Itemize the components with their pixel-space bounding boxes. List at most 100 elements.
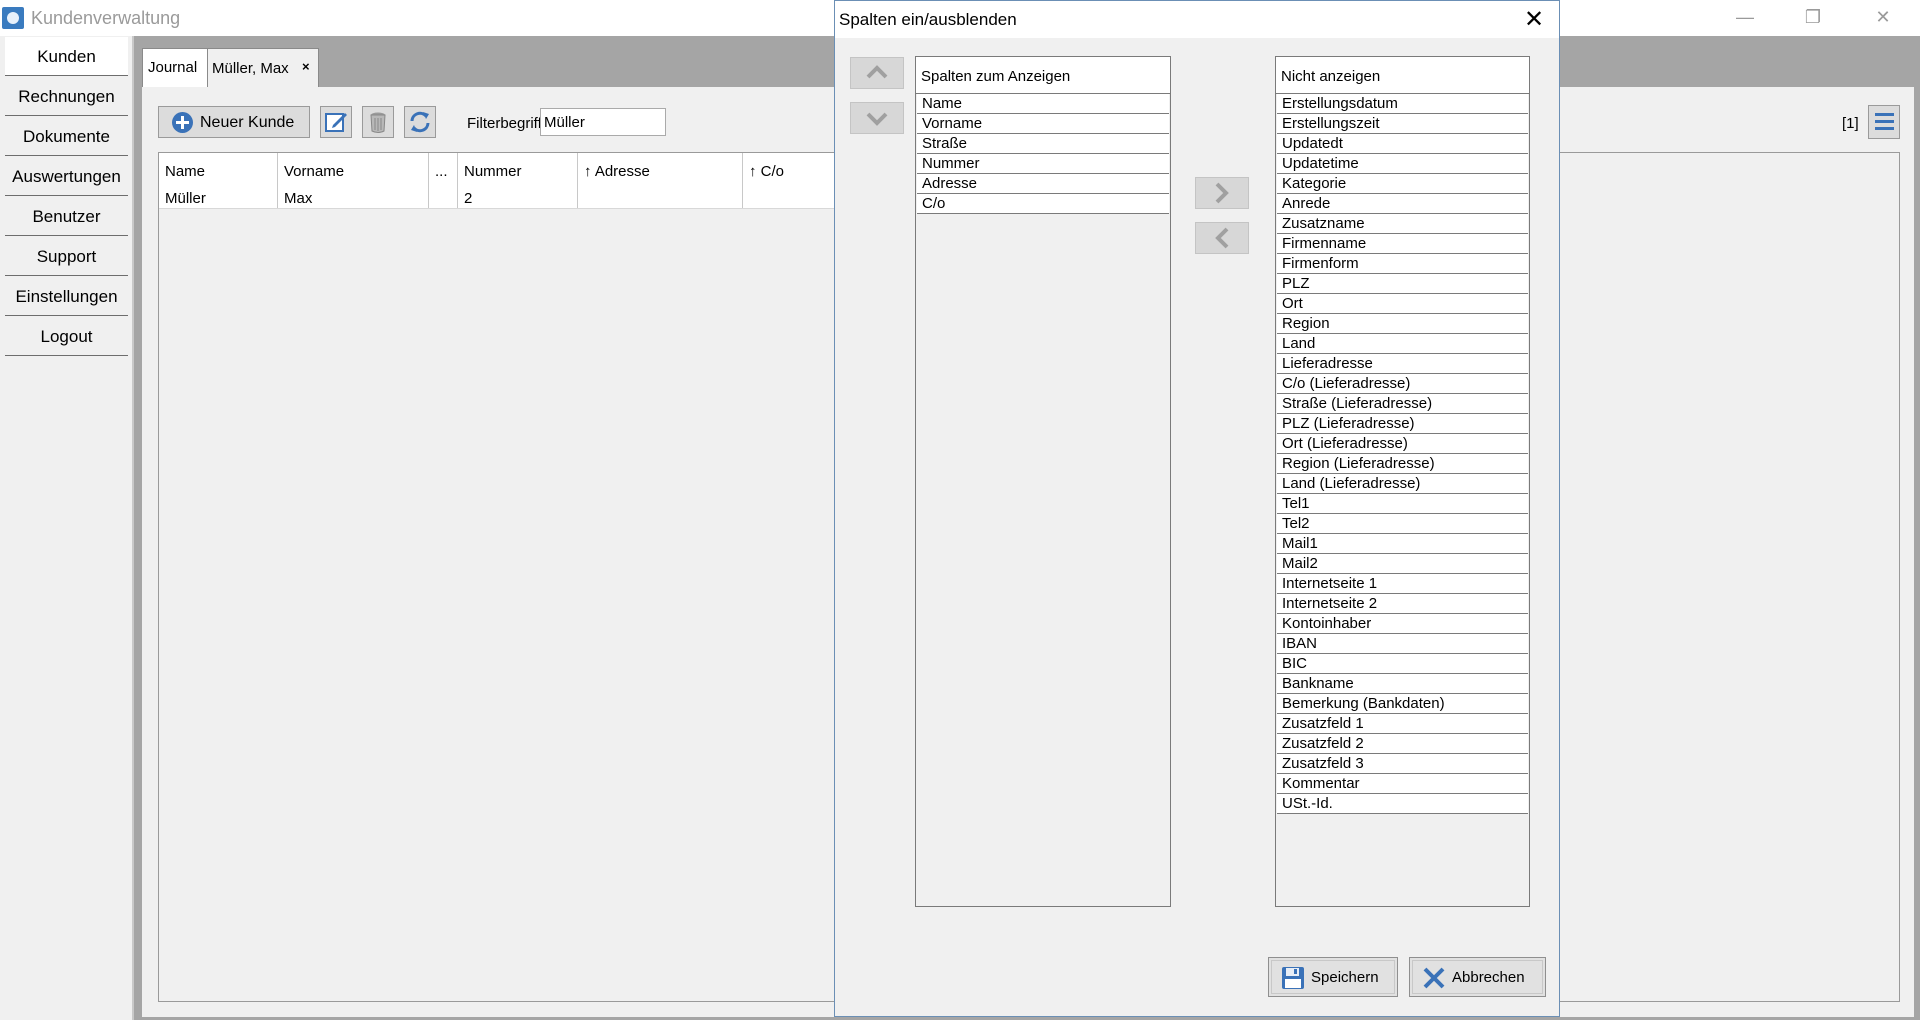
hidden-columns-list[interactable]: Nicht anzeigen Erstellungsdatum Erstellun…	[1275, 56, 1530, 907]
list-item[interactable]: Ort (Lieferadresse)	[1277, 434, 1528, 454]
list-item[interactable]: Ort	[1277, 294, 1528, 314]
dialog-titlebar: Spalten ein/ausblenden ✕	[835, 1, 1559, 38]
list-item[interactable]: Anrede	[1277, 194, 1528, 214]
list-item[interactable]: Firmenname	[1277, 234, 1528, 254]
list-item[interactable]: Mail2	[1277, 554, 1528, 574]
list-item[interactable]: Straße (Lieferadresse)	[1277, 394, 1528, 414]
list-item[interactable]: C/o (Lieferadresse)	[1277, 374, 1528, 394]
table-header: Name Vorname ... Nummer ↑ Adresse ↑ C/o	[159, 153, 840, 191]
list-item[interactable]: Zusatzfeld 1	[1277, 714, 1528, 734]
sidebar-item-benutzer[interactable]: Benutzer	[5, 197, 128, 236]
tab-close-icon[interactable]: ×	[302, 59, 310, 74]
table-cell	[743, 190, 840, 208]
restore-icon[interactable]: ❐	[1790, 2, 1836, 32]
sidebar-item-logout[interactable]: Logout	[5, 317, 128, 356]
refresh-button[interactable]	[404, 106, 436, 138]
list-item[interactable]: PLZ (Lieferadresse)	[1277, 414, 1528, 434]
column-header-co[interactable]: ↑ C/o	[743, 153, 840, 190]
tab-label: Müller, Max	[212, 60, 289, 77]
column-header-vorname[interactable]: Vorname	[278, 153, 429, 190]
list-item[interactable]: Erstellungszeit	[1277, 114, 1528, 134]
table-cell: Müller	[159, 190, 278, 208]
move-to-shown-button[interactable]	[1195, 222, 1249, 254]
list-item[interactable]: Tel2	[1277, 514, 1528, 534]
list-item[interactable]: Land (Lieferadresse)	[1277, 474, 1528, 494]
column-visibility-dialog: Spalten ein/ausblenden ✕ Spalten zum Anz…	[834, 0, 1560, 1017]
list-item[interactable]: IBAN	[1277, 634, 1528, 654]
list-item[interactable]: Lieferadresse	[1277, 354, 1528, 374]
tab-journal[interactable]: Journal	[142, 48, 208, 87]
trash-icon	[370, 112, 386, 133]
tab-mueller-max[interactable]: Müller, Max ×	[207, 48, 319, 87]
table-cell	[578, 190, 743, 208]
list-item[interactable]: Vorname	[917, 114, 1169, 134]
list-item[interactable]: PLZ	[1277, 274, 1528, 294]
column-header-adresse[interactable]: ↑ Adresse	[578, 153, 743, 190]
cancel-button[interactable]: Abbrechen	[1409, 957, 1546, 997]
list-item[interactable]: Erstellungsdatum	[1277, 94, 1528, 114]
sidebar-item-kunden[interactable]: Kunden	[5, 37, 128, 76]
delete-button[interactable]	[362, 106, 394, 138]
sidebar-item-auswertungen[interactable]: Auswertungen	[5, 157, 128, 196]
shown-columns-list[interactable]: Spalten zum Anzeigen Name Vorname Straße Nu…	[915, 56, 1171, 907]
column-header-nummer[interactable]: Nummer	[458, 153, 578, 190]
list-item[interactable]: Updatetime	[1277, 154, 1528, 174]
move-to-hidden-button[interactable]	[1195, 177, 1249, 209]
sidebar-item-support[interactable]: Support	[5, 237, 128, 276]
list-item[interactable]: Zusatzfeld 2	[1277, 734, 1528, 754]
list-item[interactable]: BIC	[1277, 654, 1528, 674]
tab-label: Journal	[148, 59, 198, 76]
list-item[interactable]: Kontoinhaber	[1277, 614, 1528, 634]
hidden-columns-header: Nicht anzeigen	[1276, 57, 1529, 94]
list-item[interactable]: USt.-Id.	[1277, 794, 1528, 814]
list-item[interactable]: Name	[917, 94, 1169, 114]
list-item[interactable]: Bankname	[1277, 674, 1528, 694]
sidebar-item-rechnungen[interactable]: Rechnungen	[5, 77, 128, 116]
app-icon	[2, 7, 24, 29]
list-item[interactable]: Kommentar	[1277, 774, 1528, 794]
new-customer-label: Neuer Kunde	[200, 114, 295, 131]
sidebar-item-dokumente[interactable]: Dokumente	[5, 117, 128, 156]
list-item[interactable]: Adresse	[917, 174, 1169, 194]
list-item[interactable]: Land	[1277, 334, 1528, 354]
shown-columns-items: Name Vorname Straße Nummer Adresse C/o	[916, 94, 1170, 214]
column-header-more[interactable]: ...	[429, 153, 458, 190]
edit-icon	[325, 113, 347, 132]
save-label: Speichern	[1311, 969, 1379, 986]
list-item[interactable]: Zusatzfeld 3	[1277, 754, 1528, 774]
list-item[interactable]: Region	[1277, 314, 1528, 334]
list-item[interactable]: Internetseite 2	[1277, 594, 1528, 614]
list-item[interactable]: Updatedt	[1277, 134, 1528, 154]
table-row[interactable]: Müller Max 2	[159, 190, 840, 209]
result-count: [1]	[1842, 115, 1859, 132]
minimize-icon[interactable]: —	[1722, 2, 1768, 32]
list-item[interactable]: Zusatzname	[1277, 214, 1528, 234]
move-down-button[interactable]	[850, 102, 904, 134]
dialog-title: Spalten ein/ausblenden	[839, 10, 1017, 29]
sidebar: Kunden Rechnungen Dokumente Auswertungen…	[0, 36, 132, 1020]
edit-button[interactable]	[320, 106, 352, 138]
table-cell	[429, 190, 458, 208]
new-customer-button[interactable]: Neuer Kunde	[158, 106, 310, 138]
list-item[interactable]: Nummer	[917, 154, 1169, 174]
list-item[interactable]: Tel1	[1277, 494, 1528, 514]
list-item[interactable]: Firmenform	[1277, 254, 1528, 274]
list-item[interactable]: Region (Lieferadresse)	[1277, 454, 1528, 474]
list-item[interactable]: Bemerkung (Bankdaten)	[1277, 694, 1528, 714]
list-item[interactable]: Straße	[917, 134, 1169, 154]
sidebar-item-einstellungen[interactable]: Einstellungen	[5, 277, 128, 316]
list-item[interactable]: C/o	[917, 194, 1169, 214]
list-item[interactable]: Mail1	[1277, 534, 1528, 554]
column-settings-button[interactable]	[1868, 105, 1900, 139]
dialog-close-icon[interactable]: ✕	[1519, 5, 1549, 35]
move-up-button[interactable]	[850, 57, 904, 89]
chevron-up-icon	[866, 65, 888, 79]
filter-input[interactable]	[540, 108, 666, 136]
chevron-left-icon	[1215, 227, 1229, 249]
table-cell: Max	[278, 190, 429, 208]
list-item[interactable]: Internetseite 1	[1277, 574, 1528, 594]
list-item[interactable]: Kategorie	[1277, 174, 1528, 194]
save-button[interactable]: Speichern	[1268, 957, 1398, 997]
close-window-icon[interactable]: ✕	[1860, 2, 1906, 32]
column-header-name[interactable]: Name	[159, 153, 278, 190]
